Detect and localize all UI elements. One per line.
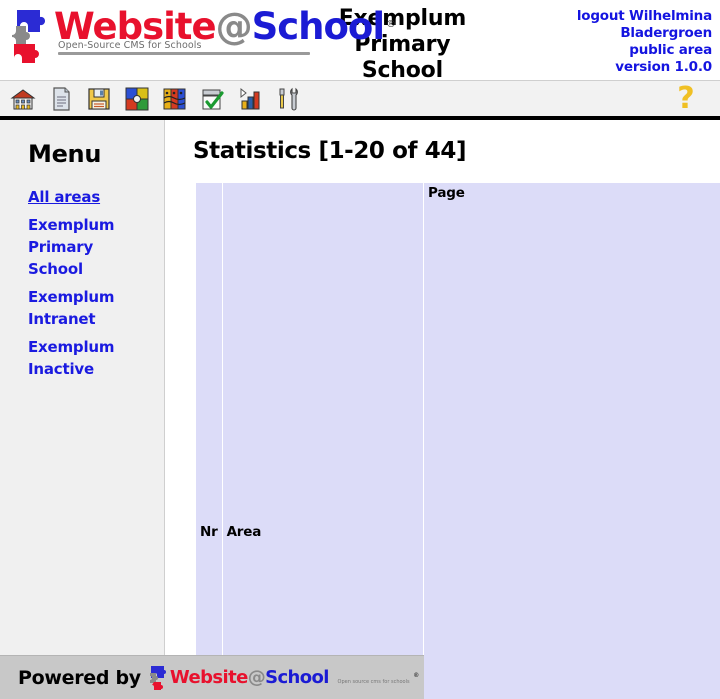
statistics-table: Nr Area Page Views 1Exemplum Primary Sch… (195, 182, 720, 699)
logo-word-school: School (251, 5, 385, 48)
footer-logo-word-website: Website (169, 666, 248, 688)
registered-trademark-icon: ® (386, 19, 396, 30)
powered-by-label: Powered by (18, 666, 141, 689)
logo-underline-rule (58, 52, 310, 55)
body-area: Menu All areas Exemplum Primary School E… (0, 120, 720, 699)
column-header-nr[interactable]: Nr (196, 183, 222, 699)
sidebar-item-exemplum-intranet[interactable]: Exemplum Intranet (28, 286, 148, 330)
page-icon[interactable] (46, 84, 76, 114)
page-title: Statistics [1-20 of 44] (193, 138, 467, 164)
footer-puzzle-logo-icon (149, 665, 166, 690)
sidebar-item-all-areas[interactable]: All areas (28, 186, 148, 208)
main-content: Statistics [1-20 of 44] Nr Area Page Vie… (165, 120, 720, 699)
statistics-icon[interactable] (236, 84, 266, 114)
footer-logo-at-symbol: @ (247, 666, 266, 688)
main-toolbar: ? (0, 80, 720, 120)
footer-logo-word-school: School (265, 666, 329, 688)
sidebar-menu-list: All areas Exemplum Primary School Exempl… (0, 186, 164, 380)
version-label: version 1.0.0 (615, 59, 712, 75)
table-header-row: Nr Area Page Views (196, 183, 720, 699)
modules-icon[interactable] (122, 84, 152, 114)
footer-logo-tagline: Open source cms for schools (337, 678, 410, 685)
footer-logo: Website@School ® Open source cms for scho… (149, 665, 419, 691)
table-head: Nr Area Page Views (196, 183, 720, 699)
puzzle-logo-icon (12, 10, 46, 63)
help-icon[interactable]: ? (672, 83, 700, 114)
sidebar: Menu All areas Exemplum Primary School E… (0, 120, 165, 655)
column-header-area[interactable]: Area (222, 183, 424, 699)
school-icon[interactable] (8, 84, 38, 114)
sidebar-item-exemplum-inactive[interactable]: Exemplum Inactive (28, 336, 148, 380)
footer-registered-trademark-icon: ® (413, 671, 419, 679)
sidebar-item-exemplum-primary-school[interactable]: Exemplum Primary School (28, 214, 148, 280)
application-window: Website@School ® Open-Source CMS for Sch… (0, 0, 720, 699)
logout-user-link[interactable]: logout Wilhelmina Bladergroen (493, 8, 712, 42)
logo-at-symbol: @ (215, 5, 253, 48)
checklist-icon[interactable] (198, 84, 228, 114)
current-area-label: public area (629, 42, 712, 58)
tools-icon[interactable] (274, 84, 304, 114)
column-header-page[interactable]: Page (424, 183, 720, 699)
save-icon[interactable] (84, 84, 114, 114)
page-banner: Website@School ® Open-Source CMS for Sch… (0, 0, 720, 83)
session-status-block: logout Wilhelmina Bladergroen public are… (493, 0, 720, 76)
sidebar-heading: Menu (28, 140, 102, 168)
site-logo: Website@School ® Open-Source CMS for Sch… (0, 0, 396, 64)
users-icon[interactable] (160, 84, 190, 114)
